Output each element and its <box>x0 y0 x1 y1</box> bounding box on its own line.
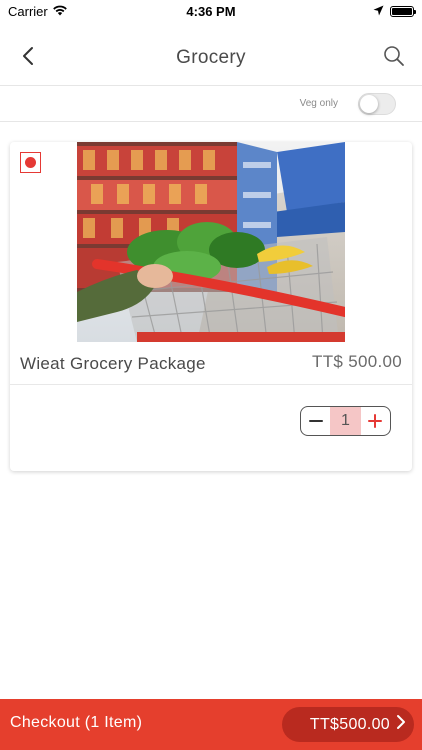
non-veg-indicator-icon <box>20 152 41 173</box>
wifi-icon <box>52 4 68 19</box>
product-price: TT$ 500.00 <box>312 352 402 371</box>
plus-icon <box>368 410 383 432</box>
status-right <box>373 4 416 19</box>
status-left: Carrier <box>8 4 68 19</box>
quantity-value: 1 <box>330 407 361 435</box>
battery-icon <box>390 5 416 17</box>
checkout-total-button[interactable]: TT$500.00 <box>282 707 414 742</box>
veg-only-toggle[interactable] <box>358 92 396 115</box>
veg-only-label: Veg only <box>299 98 338 109</box>
carrier-label: Carrier <box>8 3 48 19</box>
page-title: Grocery <box>176 46 246 68</box>
product-card[interactable]: Wieat Grocery Package TT$ 500.00 1 <box>10 142 412 471</box>
search-icon <box>383 45 405 72</box>
indicator-dot <box>25 157 36 168</box>
nav-bar: Grocery <box>0 30 422 86</box>
veg-filter-row: Veg only <box>0 86 422 122</box>
checkout-total-amount: TT$500.00 <box>309 715 390 733</box>
chevron-left-icon <box>21 46 35 71</box>
search-button[interactable] <box>380 44 408 72</box>
checkout-label: Checkout (1 Item) <box>10 714 143 731</box>
quantity-stepper: 1 <box>300 406 391 436</box>
status-bar: Carrier 4:36 PM <box>0 0 422 22</box>
back-button[interactable] <box>14 44 42 72</box>
card-divider <box>10 384 412 385</box>
product-image <box>77 142 345 342</box>
decrease-quantity-button[interactable] <box>301 407 330 435</box>
checkout-bar[interactable]: Checkout (1 Item) TT$500.00 <box>0 699 422 750</box>
toggle-knob <box>360 94 378 113</box>
increase-quantity-button[interactable] <box>361 407 390 435</box>
location-arrow-icon <box>373 4 384 19</box>
product-name: Wieat Grocery Package <box>20 354 206 373</box>
chevron-right-icon <box>396 714 406 735</box>
minus-icon <box>308 410 323 432</box>
